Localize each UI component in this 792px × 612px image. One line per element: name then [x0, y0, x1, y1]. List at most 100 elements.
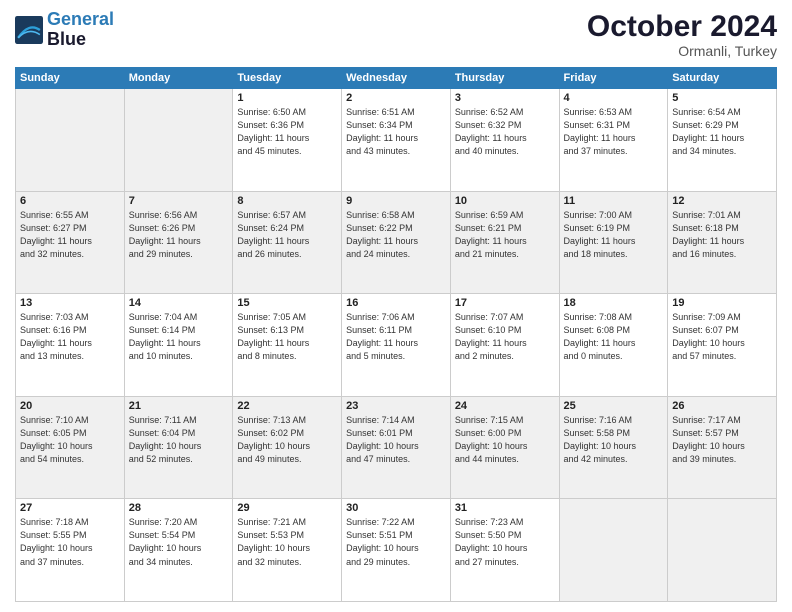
- day-info: Sunrise: 7:08 AM Sunset: 6:08 PM Dayligh…: [564, 311, 664, 363]
- day-number: 9: [346, 195, 446, 207]
- logo-icon: [15, 16, 43, 44]
- day-number: 20: [20, 400, 120, 412]
- day-number: 24: [455, 400, 555, 412]
- day-info: Sunrise: 7:22 AM Sunset: 5:51 PM Dayligh…: [346, 516, 446, 568]
- header-wednesday: Wednesday: [342, 68, 451, 89]
- week-row-3: 13 Sunrise: 7:03 AM Sunset: 6:16 PM Dayli…: [16, 294, 777, 397]
- calendar-cell: 30 Sunrise: 7:22 AM Sunset: 5:51 PM Dayli…: [342, 499, 451, 602]
- day-info: Sunrise: 7:03 AM Sunset: 6:16 PM Dayligh…: [20, 311, 120, 363]
- week-row-5: 27 Sunrise: 7:18 AM Sunset: 5:55 PM Dayli…: [16, 499, 777, 602]
- calendar-cell: 31 Sunrise: 7:23 AM Sunset: 5:50 PM Dayli…: [450, 499, 559, 602]
- calendar-cell: 6Sunrise: 6:55 AM Sunset: 6:27 PM Daylig…: [16, 191, 125, 294]
- day-number: 13: [20, 297, 120, 309]
- day-number: 28: [129, 502, 229, 514]
- calendar-cell: 15 Sunrise: 7:05 AM Sunset: 6:13 PM Dayli…: [233, 294, 342, 397]
- day-info: Sunrise: 7:17 AM Sunset: 5:57 PM Dayligh…: [672, 414, 772, 466]
- day-number: 2: [346, 92, 446, 104]
- calendar-cell: 2 Sunrise: 6:51 AM Sunset: 6:34 PM Daylig…: [342, 89, 451, 192]
- day-number: 29: [237, 502, 337, 514]
- day-info: Sunrise: 7:07 AM Sunset: 6:10 PM Dayligh…: [455, 311, 555, 363]
- day-number: 12: [672, 195, 772, 207]
- calendar-cell: [668, 499, 777, 602]
- month-title: October 2024: [587, 10, 777, 43]
- calendar-cell: [16, 89, 125, 192]
- day-info: Sunrise: 6:55 AM Sunset: 6:27 PM Dayligh…: [20, 209, 120, 261]
- day-info: Sunrise: 7:00 AM Sunset: 6:19 PM Dayligh…: [564, 209, 664, 261]
- day-number: 16: [346, 297, 446, 309]
- calendar-cell: 26 Sunrise: 7:17 AM Sunset: 5:57 PM Dayli…: [668, 396, 777, 499]
- day-info: Sunrise: 6:56 AM Sunset: 6:26 PM Dayligh…: [129, 209, 229, 261]
- day-info: Sunrise: 7:01 AM Sunset: 6:18 PM Dayligh…: [672, 209, 772, 261]
- day-number: 1: [237, 92, 337, 104]
- day-info: Sunrise: 6:58 AM Sunset: 6:22 PM Dayligh…: [346, 209, 446, 261]
- calendar-cell: [124, 89, 233, 192]
- day-info: Sunrise: 6:51 AM Sunset: 6:34 PM Dayligh…: [346, 106, 446, 158]
- day-number: 19: [672, 297, 772, 309]
- day-info: Sunrise: 7:18 AM Sunset: 5:55 PM Dayligh…: [20, 516, 120, 568]
- header: General Blue October 2024 Ormanli, Turke…: [15, 10, 777, 59]
- calendar-cell: 29 Sunrise: 7:21 AM Sunset: 5:53 PM Dayli…: [233, 499, 342, 602]
- day-number: 4: [564, 92, 664, 104]
- calendar-cell: 9 Sunrise: 6:58 AM Sunset: 6:22 PM Daylig…: [342, 191, 451, 294]
- day-number: 31: [455, 502, 555, 514]
- calendar-cell: 21Sunrise: 7:11 AM Sunset: 6:04 PM Dayli…: [124, 396, 233, 499]
- logo: General Blue: [15, 10, 114, 50]
- logo-line1: General: [47, 9, 114, 29]
- title-area: October 2024 Ormanli, Turkey: [587, 10, 777, 59]
- calendar-cell: 27 Sunrise: 7:18 AM Sunset: 5:55 PM Dayli…: [16, 499, 125, 602]
- calendar-cell: 16 Sunrise: 7:06 AM Sunset: 6:11 PM Dayli…: [342, 294, 451, 397]
- day-info: Sunrise: 6:57 AM Sunset: 6:24 PM Dayligh…: [237, 209, 337, 261]
- day-info: Sunrise: 7:06 AM Sunset: 6:11 PM Dayligh…: [346, 311, 446, 363]
- day-info: Sunrise: 6:52 AM Sunset: 6:32 PM Dayligh…: [455, 106, 555, 158]
- week-row-4: 20 Sunrise: 7:10 AM Sunset: 6:05 PM Dayli…: [16, 396, 777, 499]
- day-info: Sunrise: 6:59 AM Sunset: 6:21 PM Dayligh…: [455, 209, 555, 261]
- day-info: Sunrise: 7:21 AM Sunset: 5:53 PM Dayligh…: [237, 516, 337, 568]
- logo-line2: Blue: [47, 30, 114, 50]
- header-sunday: Sunday: [16, 68, 125, 89]
- calendar-cell: 22Sunrise: 7:13 AM Sunset: 6:02 PM Dayli…: [233, 396, 342, 499]
- header-thursday: Thursday: [450, 68, 559, 89]
- calendar-cell: 25 Sunrise: 7:16 AM Sunset: 5:58 PM Dayli…: [559, 396, 668, 499]
- day-number: 17: [455, 297, 555, 309]
- header-friday: Friday: [559, 68, 668, 89]
- day-info: Sunrise: 6:50 AM Sunset: 6:36 PM Dayligh…: [237, 106, 337, 158]
- day-number: 5: [672, 92, 772, 104]
- calendar-cell: 28Sunrise: 7:20 AM Sunset: 5:54 PM Dayli…: [124, 499, 233, 602]
- day-number: 10: [455, 195, 555, 207]
- day-info: Sunrise: 7:14 AM Sunset: 6:01 PM Dayligh…: [346, 414, 446, 466]
- day-info: Sunrise: 6:53 AM Sunset: 6:31 PM Dayligh…: [564, 106, 664, 158]
- calendar-cell: 14Sunrise: 7:04 AM Sunset: 6:14 PM Dayli…: [124, 294, 233, 397]
- day-number: 30: [346, 502, 446, 514]
- day-number: 15: [237, 297, 337, 309]
- day-number: 14: [129, 297, 229, 309]
- day-number: 7: [129, 195, 229, 207]
- day-number: 11: [564, 195, 664, 207]
- day-number: 8: [237, 195, 337, 207]
- day-info: Sunrise: 7:10 AM Sunset: 6:05 PM Dayligh…: [20, 414, 120, 466]
- header-monday: Monday: [124, 68, 233, 89]
- day-info: Sunrise: 7:15 AM Sunset: 6:00 PM Dayligh…: [455, 414, 555, 466]
- header-tuesday: Tuesday: [233, 68, 342, 89]
- day-info: Sunrise: 7:23 AM Sunset: 5:50 PM Dayligh…: [455, 516, 555, 568]
- day-info: Sunrise: 7:05 AM Sunset: 6:13 PM Dayligh…: [237, 311, 337, 363]
- week-row-2: 6Sunrise: 6:55 AM Sunset: 6:27 PM Daylig…: [16, 191, 777, 294]
- calendar-cell: 11 Sunrise: 7:00 AM Sunset: 6:19 PM Dayli…: [559, 191, 668, 294]
- calendar-cell: 1 Sunrise: 6:50 AM Sunset: 6:36 PM Daylig…: [233, 89, 342, 192]
- calendar-cell: 17 Sunrise: 7:07 AM Sunset: 6:10 PM Dayli…: [450, 294, 559, 397]
- week-row-1: 1 Sunrise: 6:50 AM Sunset: 6:36 PM Daylig…: [16, 89, 777, 192]
- calendar-cell: 12 Sunrise: 7:01 AM Sunset: 6:18 PM Dayli…: [668, 191, 777, 294]
- day-number: 26: [672, 400, 772, 412]
- location: Ormanli, Turkey: [587, 43, 777, 59]
- day-number: 25: [564, 400, 664, 412]
- calendar-cell: 20 Sunrise: 7:10 AM Sunset: 6:05 PM Dayli…: [16, 396, 125, 499]
- calendar-header-row: Sunday Monday Tuesday Wednesday Thursday…: [16, 68, 777, 89]
- calendar-cell: [559, 499, 668, 602]
- day-number: 21: [129, 400, 229, 412]
- calendar-cell: 13 Sunrise: 7:03 AM Sunset: 6:16 PM Dayli…: [16, 294, 125, 397]
- day-info: Sunrise: 7:09 AM Sunset: 6:07 PM Dayligh…: [672, 311, 772, 363]
- day-number: 27: [20, 502, 120, 514]
- calendar-cell: 10 Sunrise: 6:59 AM Sunset: 6:21 PM Dayli…: [450, 191, 559, 294]
- header-saturday: Saturday: [668, 68, 777, 89]
- day-info: Sunrise: 7:16 AM Sunset: 5:58 PM Dayligh…: [564, 414, 664, 466]
- calendar-cell: 4 Sunrise: 6:53 AM Sunset: 6:31 PM Daylig…: [559, 89, 668, 192]
